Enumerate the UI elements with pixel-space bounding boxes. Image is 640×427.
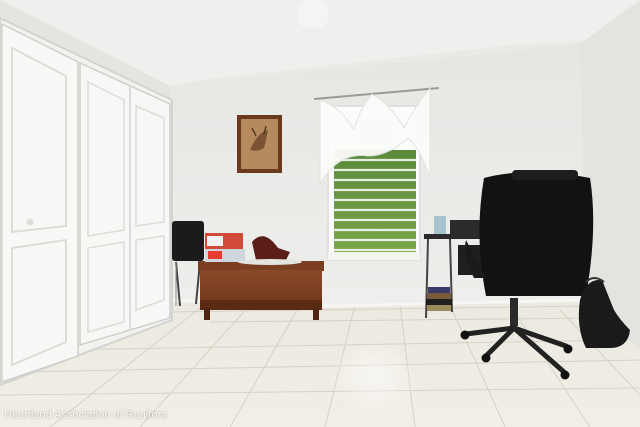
- framed-deer-picture: [237, 115, 282, 173]
- closet-knob[interactable]: [26, 218, 34, 226]
- floor-reflection: [325, 345, 415, 425]
- ceiling-fan: [298, 0, 328, 28]
- closet-door-left[interactable]: [1, 22, 79, 384]
- storage-boxes: [205, 233, 245, 262]
- stacked-books: [426, 287, 452, 311]
- room-photo: Heartland Association of Realtors: [0, 0, 640, 427]
- watermark-text: Heartland Association of Realtors: [4, 409, 167, 421]
- room-illustration: [0, 0, 640, 427]
- closet-door-right[interactable]: [79, 61, 171, 347]
